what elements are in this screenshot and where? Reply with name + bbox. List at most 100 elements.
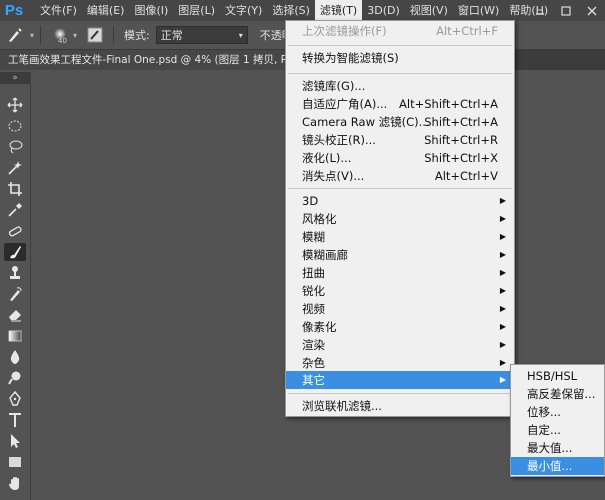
submenu-arrow-icon: ▶: [499, 340, 506, 349]
menu-item-sharpen[interactable]: 锐化 ▶: [286, 282, 514, 300]
magic-wand-icon[interactable]: [4, 159, 26, 177]
menu-view[interactable]: 视图(V): [405, 0, 453, 21]
close-icon: [587, 6, 597, 15]
submenu-item-label: 位移...: [527, 405, 561, 419]
menu-item-filter-gallery[interactable]: 滤镜库(G)...: [286, 77, 514, 95]
menu-item-noise[interactable]: 杂色 ▶: [286, 354, 514, 372]
menu-3d[interactable]: 3D(D): [362, 0, 405, 21]
brush-panel-button[interactable]: [83, 23, 107, 47]
menu-item-label: 转换为智能滤镜(S): [302, 51, 399, 65]
menu-item-label: 渲染: [302, 338, 325, 352]
minimize-button[interactable]: [527, 0, 553, 21]
chevron-down-icon[interactable]: ▾: [73, 31, 77, 40]
hand-icon[interactable]: [4, 474, 26, 492]
menu-item-adaptive-wide-angle[interactable]: 自适应广角(A)... Alt+Shift+Ctrl+A: [286, 95, 514, 113]
minimize-icon: [536, 12, 544, 15]
submenu-arrow-icon: ▶: [499, 358, 506, 367]
menu-item-blur[interactable]: 模糊 ▶: [286, 228, 514, 246]
crop-icon[interactable]: [4, 180, 26, 198]
menu-file[interactable]: 文件(F): [35, 0, 82, 21]
menu-item-video[interactable]: 视频 ▶: [286, 300, 514, 318]
submenu-arrow-icon: ▶: [499, 322, 506, 331]
menu-type[interactable]: 文字(Y): [220, 0, 267, 21]
submenu-item-maximum[interactable]: 最大值...: [511, 439, 604, 457]
menu-separator: [288, 73, 512, 74]
clone-stamp-icon[interactable]: [4, 264, 26, 282]
menu-item-label: 其它: [302, 373, 325, 387]
move-icon[interactable]: [4, 96, 26, 114]
eyedropper-icon[interactable]: [4, 201, 26, 219]
lasso-icon[interactable]: [4, 138, 26, 156]
submenu-arrow-icon: ▶: [499, 232, 506, 241]
submenu-item-high-pass[interactable]: 高反差保留...: [511, 385, 604, 403]
submenu-arrow-icon: ▶: [499, 375, 506, 384]
menu-item-lens-correction[interactable]: 镜头校正(R)... Shift+Ctrl+R: [286, 131, 514, 149]
menu-item-camera-raw[interactable]: Camera Raw 滤镜(C)... Shift+Ctrl+A: [286, 113, 514, 131]
close-button[interactable]: [579, 0, 605, 21]
chevron-down-icon[interactable]: ▾: [30, 31, 34, 40]
menu-item-label: 模糊: [302, 230, 325, 244]
healing-brush-icon[interactable]: [4, 222, 26, 240]
menu-item-stylize[interactable]: 风格化 ▶: [286, 210, 514, 228]
type-icon[interactable]: [4, 411, 26, 429]
submenu-item-label: 自定...: [527, 423, 561, 437]
menu-item-browse-online-filters[interactable]: 浏览联机滤镜...: [286, 397, 514, 415]
rectangle-icon[interactable]: [4, 453, 26, 471]
menu-item-3d[interactable]: 3D ▶: [286, 192, 514, 210]
menu-item-convert-smart-filters[interactable]: 转换为智能滤镜(S): [286, 49, 514, 67]
menu-filter[interactable]: 滤镜(T): [314, 0, 363, 21]
submenu-arrow-icon: ▶: [499, 268, 506, 277]
submenu-item-label: HSB/HSL: [527, 369, 578, 383]
menu-item-label: 液化(L)...: [302, 151, 352, 165]
menu-item-pixelate[interactable]: 像素化 ▶: [286, 318, 514, 336]
gradient-icon[interactable]: [4, 327, 26, 345]
menu-item-shortcut: Alt+Ctrl+F: [436, 24, 498, 38]
submenu-arrow-icon: ▶: [499, 286, 506, 295]
pen-icon[interactable]: [4, 390, 26, 408]
menu-layer[interactable]: 图层(L): [173, 0, 220, 21]
maximize-button[interactable]: [553, 0, 579, 21]
submenu-item-label: 高反差保留...: [527, 387, 596, 401]
menu-separator: [288, 188, 512, 189]
menu-image[interactable]: 图像(I): [129, 0, 173, 21]
menu-item-label: 视频: [302, 302, 325, 316]
tool-preset-picker[interactable]: [0, 23, 30, 47]
brush-icon[interactable]: [4, 243, 26, 261]
submenu-item-offset[interactable]: 位移...: [511, 403, 604, 421]
document-tab[interactable]: 工笔画效果工程文件-Final One.psd @ 4% (图层 1 拷贝, R…: [0, 50, 308, 70]
submenu-arrow-icon: ▶: [499, 196, 506, 205]
menu-item-blur-gallery[interactable]: 模糊画廊 ▶: [286, 246, 514, 264]
menu-item-other[interactable]: 其它 ▶: [286, 371, 514, 389]
menu-bar: Ps 文件(F) 编辑(E) 图像(I) 图层(L) 文字(Y) 选择(S) 滤…: [0, 0, 605, 21]
dodge-icon[interactable]: [4, 369, 26, 387]
path-selection-icon[interactable]: [4, 432, 26, 450]
blur-icon[interactable]: [4, 348, 26, 366]
toolbar-collapse-button[interactable]: »: [0, 72, 30, 84]
menu-item-shortcut: Shift+Ctrl+A: [424, 115, 498, 129]
menu-edit[interactable]: 编辑(E): [82, 0, 130, 21]
submenu-item-hsb-hsl[interactable]: HSB/HSL: [511, 367, 604, 385]
menu-item-label: Camera Raw 滤镜(C)...: [302, 115, 430, 129]
menu-item-render[interactable]: 渲染 ▶: [286, 336, 514, 354]
eraser-icon[interactable]: [4, 306, 26, 324]
menu-item-label: 浏览联机滤镜...: [302, 399, 382, 413]
menu-window[interactable]: 窗口(W): [453, 0, 504, 21]
brush-panel-icon: [87, 27, 103, 43]
history-brush-icon[interactable]: [4, 285, 26, 303]
menu-item-vanishing-point[interactable]: 消失点(V)... Alt+Ctrl+V: [286, 167, 514, 185]
menu-item-liquify[interactable]: 液化(L)... Shift+Ctrl+X: [286, 149, 514, 167]
menu-item-last-filter[interactable]: 上次滤镜操作(F) Alt+Ctrl+F: [286, 22, 514, 40]
brush-size-value: 40: [58, 37, 67, 45]
window-controls: [527, 0, 605, 21]
marquee-icon[interactable]: [4, 117, 26, 135]
submenu-item-label: 最大值...: [527, 441, 573, 455]
menu-item-label: 上次滤镜操作(F): [302, 24, 387, 38]
mode-select[interactable]: 正常 ▾: [155, 26, 248, 44]
submenu-item-custom[interactable]: 自定...: [511, 421, 604, 439]
menu-item-shortcut: Alt+Ctrl+V: [434, 169, 498, 183]
menu-select[interactable]: 选择(S): [267, 0, 315, 21]
submenu-item-minimum[interactable]: 最小值...: [511, 457, 604, 475]
menu-item-label: 杂色: [302, 356, 325, 370]
menu-separator: [288, 393, 512, 394]
menu-item-distort[interactable]: 扭曲 ▶: [286, 264, 514, 282]
